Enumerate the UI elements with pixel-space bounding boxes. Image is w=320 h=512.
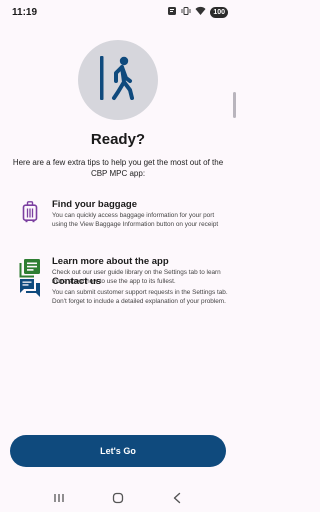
home-icon[interactable] [106,490,130,506]
chat-bubbles-icon [18,276,42,307]
luggage-icon [18,199,42,230]
tip-title: Contact us [52,276,102,287]
tip-content: Contact us You can submit customer suppo… [52,276,230,307]
status-icons: 100 [167,3,228,21]
tip-baggage: Find your baggage You can quickly access… [18,199,230,230]
battery-icon: 100 [210,6,228,18]
tip-title: Find your baggage [52,199,137,210]
hero-illustration [78,40,158,120]
page-title: Ready? [90,131,146,148]
exit-person-icon [96,54,140,107]
tip-description: You can quickly access baggage informati… [52,212,219,228]
status-time: 11:19 [12,6,38,18]
vibrate-icon [181,3,191,21]
notification-icon [167,3,177,21]
tip-contact-us: Contact us You can submit customer suppo… [18,276,230,307]
lets-go-button[interactable]: Let's Go [10,435,226,467]
recents-icon[interactable] [47,490,71,506]
tip-content: Find your baggage You can quickly access… [52,199,230,230]
back-icon[interactable] [165,490,189,506]
tip-description: You can submit customer support requests… [52,289,228,305]
tip-title: Learn more about the app [52,256,169,267]
scroll-indicator[interactable] [233,92,236,118]
status-bar: 11:19 100 [0,0,236,24]
system-nav-bar [0,484,236,512]
page-subtitle: Here are a few extra tips to help you ge… [12,158,224,178]
wifi-icon [195,3,206,21]
